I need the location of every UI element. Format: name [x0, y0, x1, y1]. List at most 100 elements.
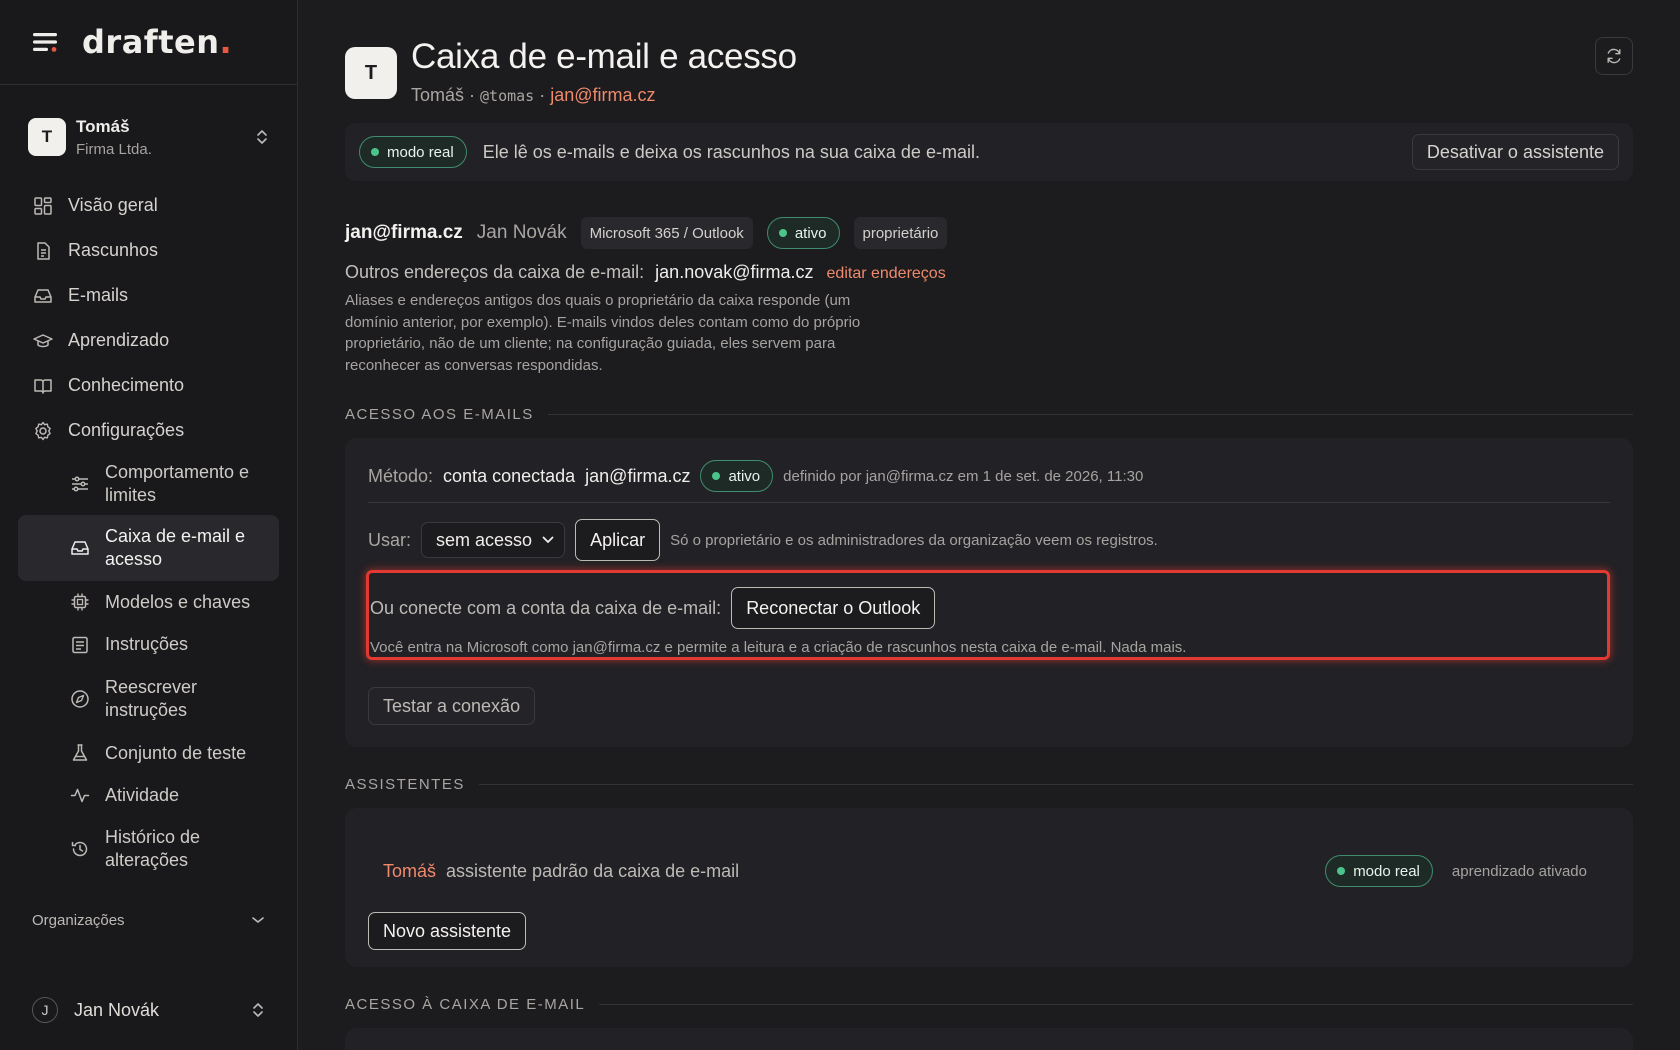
inbox-icon	[34, 288, 52, 303]
method-value: conta conectada	[443, 465, 576, 486]
divider	[368, 502, 1610, 503]
status-badge: modo real	[1325, 855, 1433, 887]
mailbox-avatar: T	[345, 47, 397, 99]
document-icon	[37, 241, 50, 260]
subnav-label: Instruções	[105, 634, 189, 654]
account-row: jan@firma.cz Jan Novák Microsoft 365 / O…	[345, 216, 948, 250]
chevron-updown-icon	[253, 1003, 263, 1017]
connect-row: Ou conecte com a conta da caixa de e-mai…	[370, 587, 936, 629]
method-row: Método: conta conectada jan@firma.cz ati…	[368, 460, 1143, 492]
chevron-down-icon	[252, 917, 264, 923]
workspace-switcher[interactable]: T Tomáš Firma Ltda.	[0, 85, 297, 189]
highlight-box: Ou conecte com a conta da caixa de e-mai…	[366, 570, 1610, 660]
nav-label: Conhecimento	[68, 375, 185, 395]
other-addresses-row: Outros endereços da caixa de e-mail: jan…	[345, 262, 946, 283]
nav-item-overview[interactable]: Visão geral	[0, 183, 297, 228]
new-assistant-button[interactable]: Novo assistente	[368, 912, 527, 950]
grid-icon	[34, 196, 52, 215]
nav-item-settings[interactable]: Configurações	[0, 408, 297, 453]
subnav-behavior-limits[interactable]: Comportamento e limites	[0, 453, 297, 515]
meta-separator: ·	[464, 85, 481, 105]
history-icon	[71, 841, 88, 857]
assistant-name[interactable]: Tomáš	[383, 861, 436, 882]
method-label: Método:	[368, 465, 434, 486]
select-value: sem acesso	[436, 529, 533, 550]
other-addresses-help: Aliases e endereços antigos dos quais o …	[345, 292, 861, 374]
organizations-toggle[interactable]: Organizações	[0, 900, 297, 940]
role-tag: proprietário	[853, 217, 948, 249]
subnav-test-set[interactable]: Conjunto de teste	[0, 732, 297, 774]
book-icon	[34, 378, 52, 394]
edit-addresses-link[interactable]: editar endereços	[827, 265, 946, 282]
other-addresses-value: jan.novak@firma.cz	[655, 262, 814, 282]
meta-handle: @tomas	[480, 87, 535, 105]
user-name: Jan Novák	[74, 999, 160, 1020]
nav-item-emails[interactable]: E-mails	[0, 273, 297, 318]
chip-icon	[71, 593, 89, 611]
meta-name: Tomáš	[411, 85, 465, 105]
account-name: Jan Novák	[476, 222, 567, 243]
status-badge: modo real	[359, 136, 467, 168]
brand-bar: draften.	[0, 0, 297, 85]
sliders-icon	[72, 476, 88, 492]
learning-status: aprendizado ativado	[1451, 862, 1587, 880]
nav-item-learning[interactable]: Aprendizado	[0, 318, 297, 363]
connect-help: Você entra na Microsoft como jan@firma.c…	[370, 639, 1187, 656]
nav-label: E-mails	[68, 285, 129, 305]
page-title: Caixa de e-mail e acesso	[411, 37, 797, 76]
subnav-change-history[interactable]: Histórico de alterações	[0, 816, 297, 882]
subnav-activity[interactable]: Atividade	[0, 774, 297, 816]
subnav-instructions[interactable]: Instruções	[0, 623, 297, 666]
disable-assistant-button[interactable]: Desativar o assistente	[1411, 134, 1619, 170]
subnav-rewrite-instructions[interactable]: Reescrever instruções	[0, 666, 297, 732]
nav-label: Configurações	[68, 420, 185, 440]
brand-logo[interactable]: draften.	[82, 23, 232, 61]
access-select[interactable]: sem acesso	[421, 522, 566, 558]
mailbox-access-card	[345, 1028, 1633, 1050]
flask-icon	[72, 744, 88, 761]
defined-by-text: definido por jan@firma.cz em 1 de set. d…	[783, 467, 1144, 485]
page-meta: Tomáš · @tomas · jan@firma.cz	[411, 85, 656, 106]
sidebar: draften. T Tomáš Firma Ltda. Visão geral…	[0, 0, 298, 1050]
use-row: Usar: sem acesso Aplicar Só o proprietár…	[368, 519, 1158, 561]
nav-label: Rascunhos	[68, 240, 159, 260]
subnav-label: Conjunto de teste	[105, 742, 247, 763]
workspace-org: Firma Ltda.	[76, 140, 152, 158]
assistants-card: Tomáš assistente padrão da caixa de e-ma…	[345, 808, 1633, 967]
refresh-button[interactable]	[1595, 37, 1633, 75]
meta-email-link[interactable]: jan@firma.cz	[550, 85, 655, 105]
access-note: Só o proprietário e os administradores d…	[670, 531, 1158, 549]
compass-icon	[71, 690, 89, 708]
main-content: T Caixa de e-mail e acesso Tomáš · @toma…	[345, 0, 1633, 1050]
meta-separator: ·	[534, 85, 551, 105]
graduation-cap-icon	[33, 333, 53, 347]
subnav-label: Reescrever instruções	[105, 677, 198, 720]
avatar: J	[32, 997, 58, 1023]
page-header: T Caixa de e-mail e acesso Tomáš · @toma…	[345, 0, 1633, 120]
subnav-mailbox-access[interactable]: Caixa de e-mail e acesso	[18, 515, 279, 581]
reconnect-outlook-button[interactable]: Reconectar o Outlook	[731, 587, 936, 629]
chevron-down-icon	[542, 536, 554, 543]
refresh-icon	[1607, 48, 1621, 64]
nav-item-drafts[interactable]: Rascunhos	[0, 228, 297, 273]
menu-icon[interactable]	[32, 28, 60, 56]
apply-button[interactable]: Aplicar	[575, 519, 661, 561]
subnav-label: Atividade	[105, 784, 180, 805]
test-connection-button[interactable]: Testar a conexão	[368, 687, 536, 725]
status-badge: ativo	[766, 217, 840, 249]
nav-item-knowledge[interactable]: Conhecimento	[0, 363, 297, 408]
section-title-assistants: ASSISTENTES	[345, 776, 1633, 793]
section-title-email-access: ACESSO AOS E-MAILS	[345, 406, 1633, 423]
nav-label: Aprendizado	[68, 330, 170, 350]
subnav-label: Comportamento e limites	[105, 462, 250, 505]
assistant-row[interactable]: Tomáš assistente padrão da caixa de e-ma…	[383, 854, 1587, 888]
user-menu[interactable]: J Jan Novák	[32, 988, 265, 1032]
workspace-name: Tomáš	[76, 116, 130, 136]
nav-label: Visão geral	[68, 195, 158, 215]
subnav-models-keys[interactable]: Modelos e chaves	[0, 581, 297, 623]
subnav-label: Histórico de alterações	[105, 827, 201, 870]
banner-text: Ele lê os e-mails e deixa os rascunhos n…	[482, 141, 980, 162]
account-email: jan@firma.cz	[345, 222, 463, 243]
list-icon	[72, 636, 88, 653]
status-badge: ativo	[700, 460, 774, 492]
